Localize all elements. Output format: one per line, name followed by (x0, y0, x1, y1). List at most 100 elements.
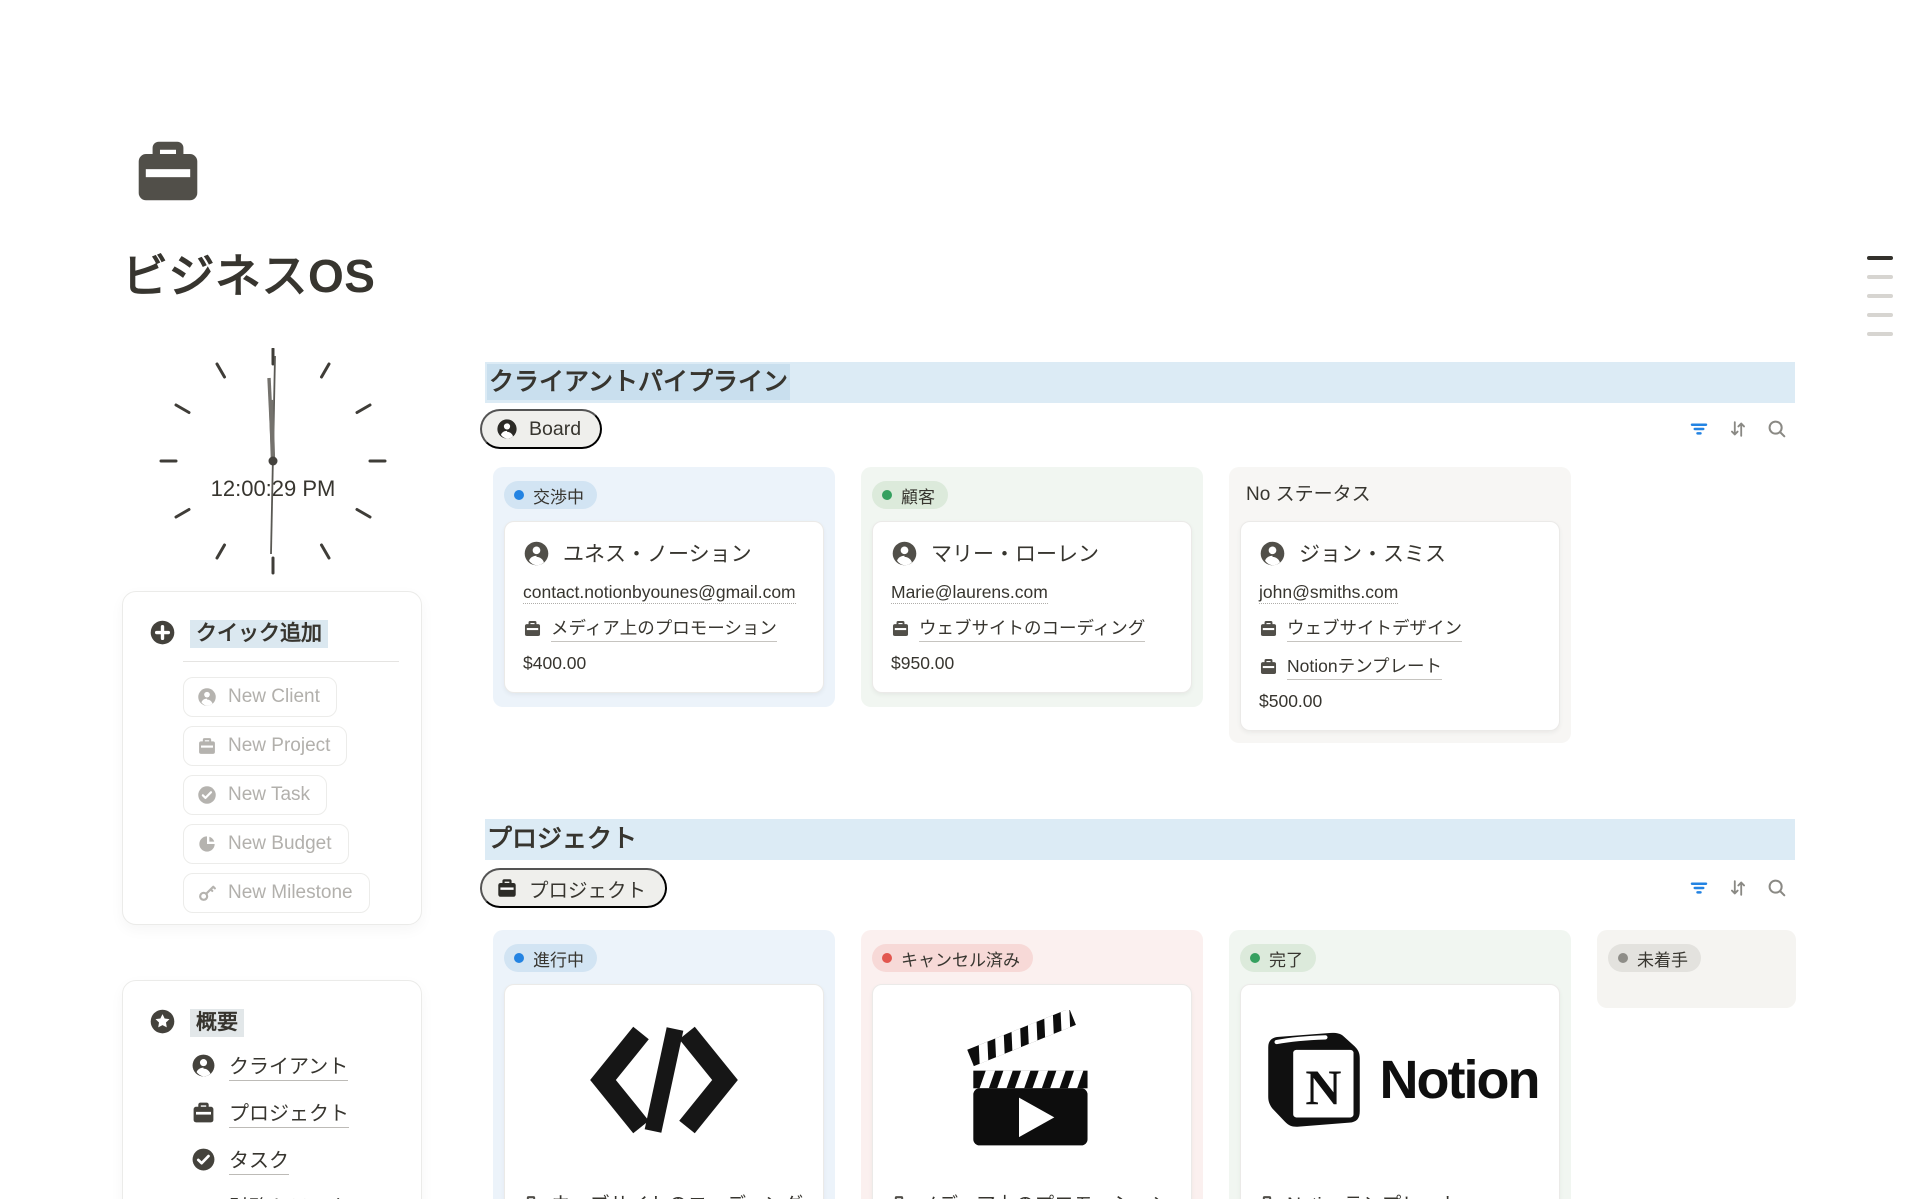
client-name: ユネス・ノーション (563, 538, 752, 568)
project-link[interactable]: ウェブサイトのコーディング (505, 1175, 823, 1199)
sidebar-link-tasks[interactable]: タスク (191, 1144, 421, 1175)
client-email[interactable]: Marie@laurens.com (891, 582, 1173, 603)
projects-board: 進行中 ウェブサイトのコーディング キャンセル済み (493, 930, 1796, 1199)
notion-page: ビジネスOS 12:00:29 PM クイック追加 (0, 0, 1920, 1199)
code-icon (589, 1024, 739, 1136)
new-budget-button[interactable]: New Budget (183, 824, 349, 864)
divider (183, 661, 399, 662)
client-card[interactable]: ユネス・ノーション contact.notionbyounes@gmail.co… (504, 521, 824, 693)
client-name: ジョン・スミス (1299, 538, 1446, 568)
status-dot (1618, 953, 1628, 963)
analog-clock-widget: 12:00:29 PM (153, 348, 393, 583)
column-complete: 完了 N Notion Notionテンプレート (1229, 930, 1571, 1199)
status-chip: 交渉中 (504, 481, 597, 509)
person-icon (891, 540, 918, 567)
person-icon (1259, 540, 1286, 567)
quick-add-title: クイック追加 (190, 617, 328, 647)
project-link[interactable]: Notionテンプレート (1241, 1175, 1559, 1199)
key-icon (197, 883, 217, 903)
check-circle-icon (191, 1147, 216, 1172)
status-dot (882, 490, 892, 500)
client-email[interactable]: john@smiths.com (1259, 582, 1541, 603)
filter-icon[interactable] (1688, 877, 1710, 899)
sidebar-link-finance-tracker[interactable]: 財務トラッカー (191, 1191, 421, 1199)
projects-view-button[interactable]: プロジェクト (480, 868, 667, 908)
section-title-pipeline: クライアントパイプライン (485, 362, 1795, 403)
sort-icon[interactable] (1727, 877, 1749, 899)
client-amount: $400.00 (523, 653, 805, 674)
status-dot (514, 490, 524, 500)
related-project-link[interactable]: ウェブサイトデザイン (1259, 615, 1541, 642)
new-milestone-button[interactable]: New Milestone (183, 873, 370, 913)
status-chip: 未着手 (1608, 944, 1701, 972)
pie-chart-icon (197, 834, 217, 854)
search-icon[interactable] (1766, 877, 1788, 899)
sidebar-link-clients[interactable]: クライアント (191, 1050, 421, 1081)
client-card[interactable]: ジョン・スミス john@smiths.com ウェブサイトデザイン Notio… (1240, 521, 1560, 731)
board-view-button[interactable]: Board (480, 409, 602, 449)
column-no-status: No ステータス ジョン・スミス john@smiths.com ウェブサイトデ… (1229, 467, 1571, 743)
svg-text:N: N (1305, 1060, 1341, 1115)
clock-face (153, 348, 393, 583)
person-icon (496, 418, 518, 440)
status-chip: 完了 (1240, 944, 1316, 972)
quick-add-card: クイック追加 New Client New Project New Task N… (122, 591, 422, 925)
sort-icon[interactable] (1727, 418, 1749, 440)
no-status-label: No ステータス (1240, 481, 1560, 509)
person-icon (197, 687, 217, 707)
briefcase-icon (496, 877, 518, 899)
status-chip: 進行中 (504, 944, 597, 972)
clapperboard-icon (965, 1010, 1100, 1150)
status-dot (514, 953, 524, 963)
client-card[interactable]: マリー・ローレン Marie@laurens.com ウェブサイトのコーディング… (872, 521, 1192, 693)
outline-line (1867, 313, 1893, 317)
client-email[interactable]: contact.notionbyounes@gmail.com (523, 582, 805, 603)
banknote-icon (191, 1194, 216, 1199)
filter-icon[interactable] (1688, 418, 1710, 440)
outline-line (1867, 294, 1893, 298)
notion-logo: N Notion (1262, 1028, 1539, 1132)
check-circle-icon (197, 785, 217, 805)
related-project-link[interactable]: ウェブサイトのコーディング (891, 615, 1173, 642)
page-outline-indicator[interactable] (1867, 256, 1893, 336)
projects-toolbar: プロジェクト (480, 868, 1795, 910)
outline-line (1867, 332, 1893, 336)
briefcase-logo-icon (128, 134, 208, 208)
overview-title: 概要 (190, 1006, 244, 1036)
related-project-link[interactable]: メディア上のプロモーション (523, 615, 805, 642)
briefcase-icon (891, 619, 910, 638)
project-link[interactable]: メディア上のプロモーション (873, 1175, 1191, 1199)
project-card[interactable]: N Notion Notionテンプレート (1240, 984, 1560, 1199)
status-chip: キャンセル済み (872, 944, 1033, 972)
overview-card: 概要 クライアント プロジェクト タスク 財務トラッカー (122, 980, 422, 1199)
project-card[interactable]: メディア上のプロモーション (872, 984, 1192, 1199)
plus-circle-icon (149, 619, 176, 646)
column-not-started: 未着手 (1597, 930, 1796, 1008)
briefcase-icon (889, 1194, 909, 1199)
project-card[interactable]: ウェブサイトのコーディング (504, 984, 824, 1199)
column-customer: 顧客 マリー・ローレン Marie@laurens.com ウェブサイトのコーデ… (861, 467, 1203, 707)
notion-wordmark: Notion (1380, 1049, 1539, 1111)
page-title: ビジネスOS (122, 240, 375, 306)
pipeline-toolbar: Board (480, 409, 1795, 451)
new-task-button[interactable]: New Task (183, 775, 327, 815)
briefcase-icon (197, 736, 217, 756)
client-name: マリー・ローレン (931, 538, 1099, 568)
sidebar-link-projects[interactable]: プロジェクト (191, 1097, 421, 1128)
related-project-link[interactable]: Notionテンプレート (1259, 653, 1541, 680)
column-negotiating: 交渉中 ユネス・ノーション contact.notionbyounes@gmai… (493, 467, 835, 707)
new-client-button[interactable]: New Client (183, 677, 337, 717)
status-chip: 顧客 (872, 481, 948, 509)
section-title-projects: プロジェクト (485, 819, 1795, 860)
hour-hand (271, 400, 273, 461)
client-amount: $500.00 (1259, 691, 1541, 712)
person-icon (191, 1053, 216, 1078)
star-circle-icon (149, 1008, 176, 1035)
pipeline-board: 交渉中 ユネス・ノーション contact.notionbyounes@gmai… (493, 467, 1571, 743)
briefcase-icon (1259, 619, 1278, 638)
search-icon[interactable] (1766, 418, 1788, 440)
briefcase-icon (1257, 1194, 1277, 1199)
outline-line (1867, 275, 1893, 279)
new-project-button[interactable]: New Project (183, 726, 347, 766)
client-amount: $950.00 (891, 653, 1173, 674)
